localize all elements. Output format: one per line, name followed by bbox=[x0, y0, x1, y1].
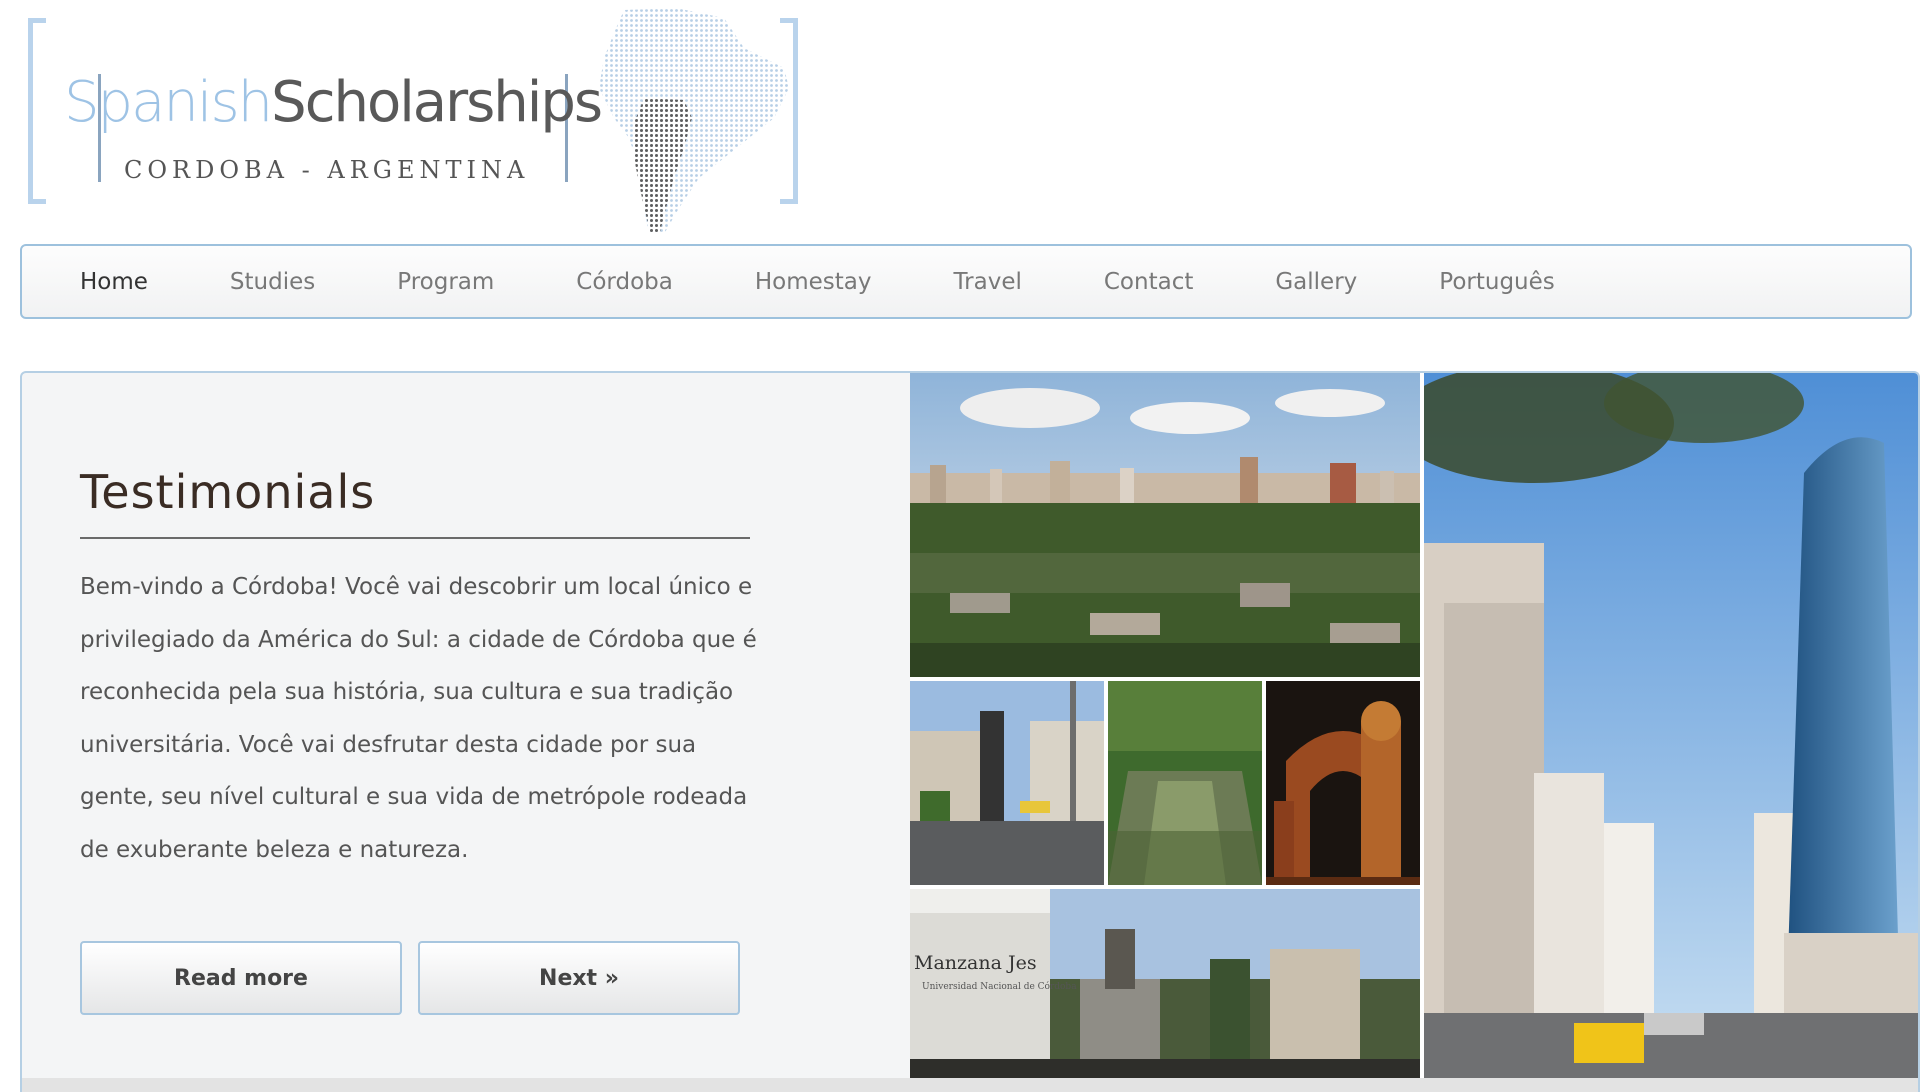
site-logo[interactable]: SpanishScholarships CORDOBA - ARGENTINA bbox=[24, 8, 804, 234]
city-avenue-image bbox=[1424, 373, 1918, 1078]
nav-item-gallery[interactable]: Gallery bbox=[1275, 269, 1357, 295]
slide-content: Testimonials Bem-vindo a Córdoba! Você v… bbox=[22, 373, 910, 1078]
next-button[interactable]: Next » bbox=[418, 941, 740, 1015]
city-panorama-image bbox=[910, 373, 1420, 677]
main-nav: Home Studies Program Córdoba Homestay Tr… bbox=[20, 244, 1912, 319]
plaza-monument-image: Manzana Jes Universidad Nacional de Córd… bbox=[910, 889, 1420, 1078]
cordoba-photo-collage: Manzana Jes Universidad Nacional de Córd… bbox=[910, 373, 1918, 1078]
street-kiosk-image bbox=[910, 681, 1104, 885]
nav-item-travel[interactable]: Travel bbox=[954, 269, 1022, 295]
read-more-button[interactable]: Read more bbox=[80, 941, 402, 1015]
canal-image bbox=[1108, 681, 1262, 885]
logo-title-part1: Spanish bbox=[64, 70, 273, 135]
sign-text-primary: Manzana Jes bbox=[914, 952, 1037, 974]
slide-body-text: Bem-vindo a Córdoba! Você vai descobrir … bbox=[80, 574, 757, 863]
nav-item-home[interactable]: Home bbox=[80, 269, 148, 295]
nav-item-portugues[interactable]: Português bbox=[1439, 269, 1554, 295]
sign-text-secondary: Universidad Nacional de Córdoba bbox=[922, 981, 1077, 992]
logo-subtitle: CORDOBA - ARGENTINA bbox=[124, 156, 530, 184]
featured-slider: Testimonials Bem-vindo a Córdoba! Você v… bbox=[20, 371, 1920, 1092]
slider-bottom-band bbox=[22, 1078, 1918, 1092]
logo-title: SpanishScholarships bbox=[64, 70, 603, 135]
nav-item-contact[interactable]: Contact bbox=[1104, 269, 1193, 295]
title-divider bbox=[80, 537, 750, 539]
south-america-map-icon bbox=[599, 8, 789, 234]
logo-title-part2: Scholarships bbox=[271, 70, 603, 135]
arch-night-image bbox=[1266, 681, 1420, 885]
nav-item-homestay[interactable]: Homestay bbox=[755, 269, 872, 295]
nav-item-program[interactable]: Program bbox=[397, 269, 494, 295]
nav-item-cordoba[interactable]: Córdoba bbox=[576, 269, 673, 295]
slide-title: Testimonials bbox=[80, 465, 376, 519]
nav-item-studies[interactable]: Studies bbox=[230, 269, 315, 295]
logo-left-bracket bbox=[28, 18, 46, 204]
